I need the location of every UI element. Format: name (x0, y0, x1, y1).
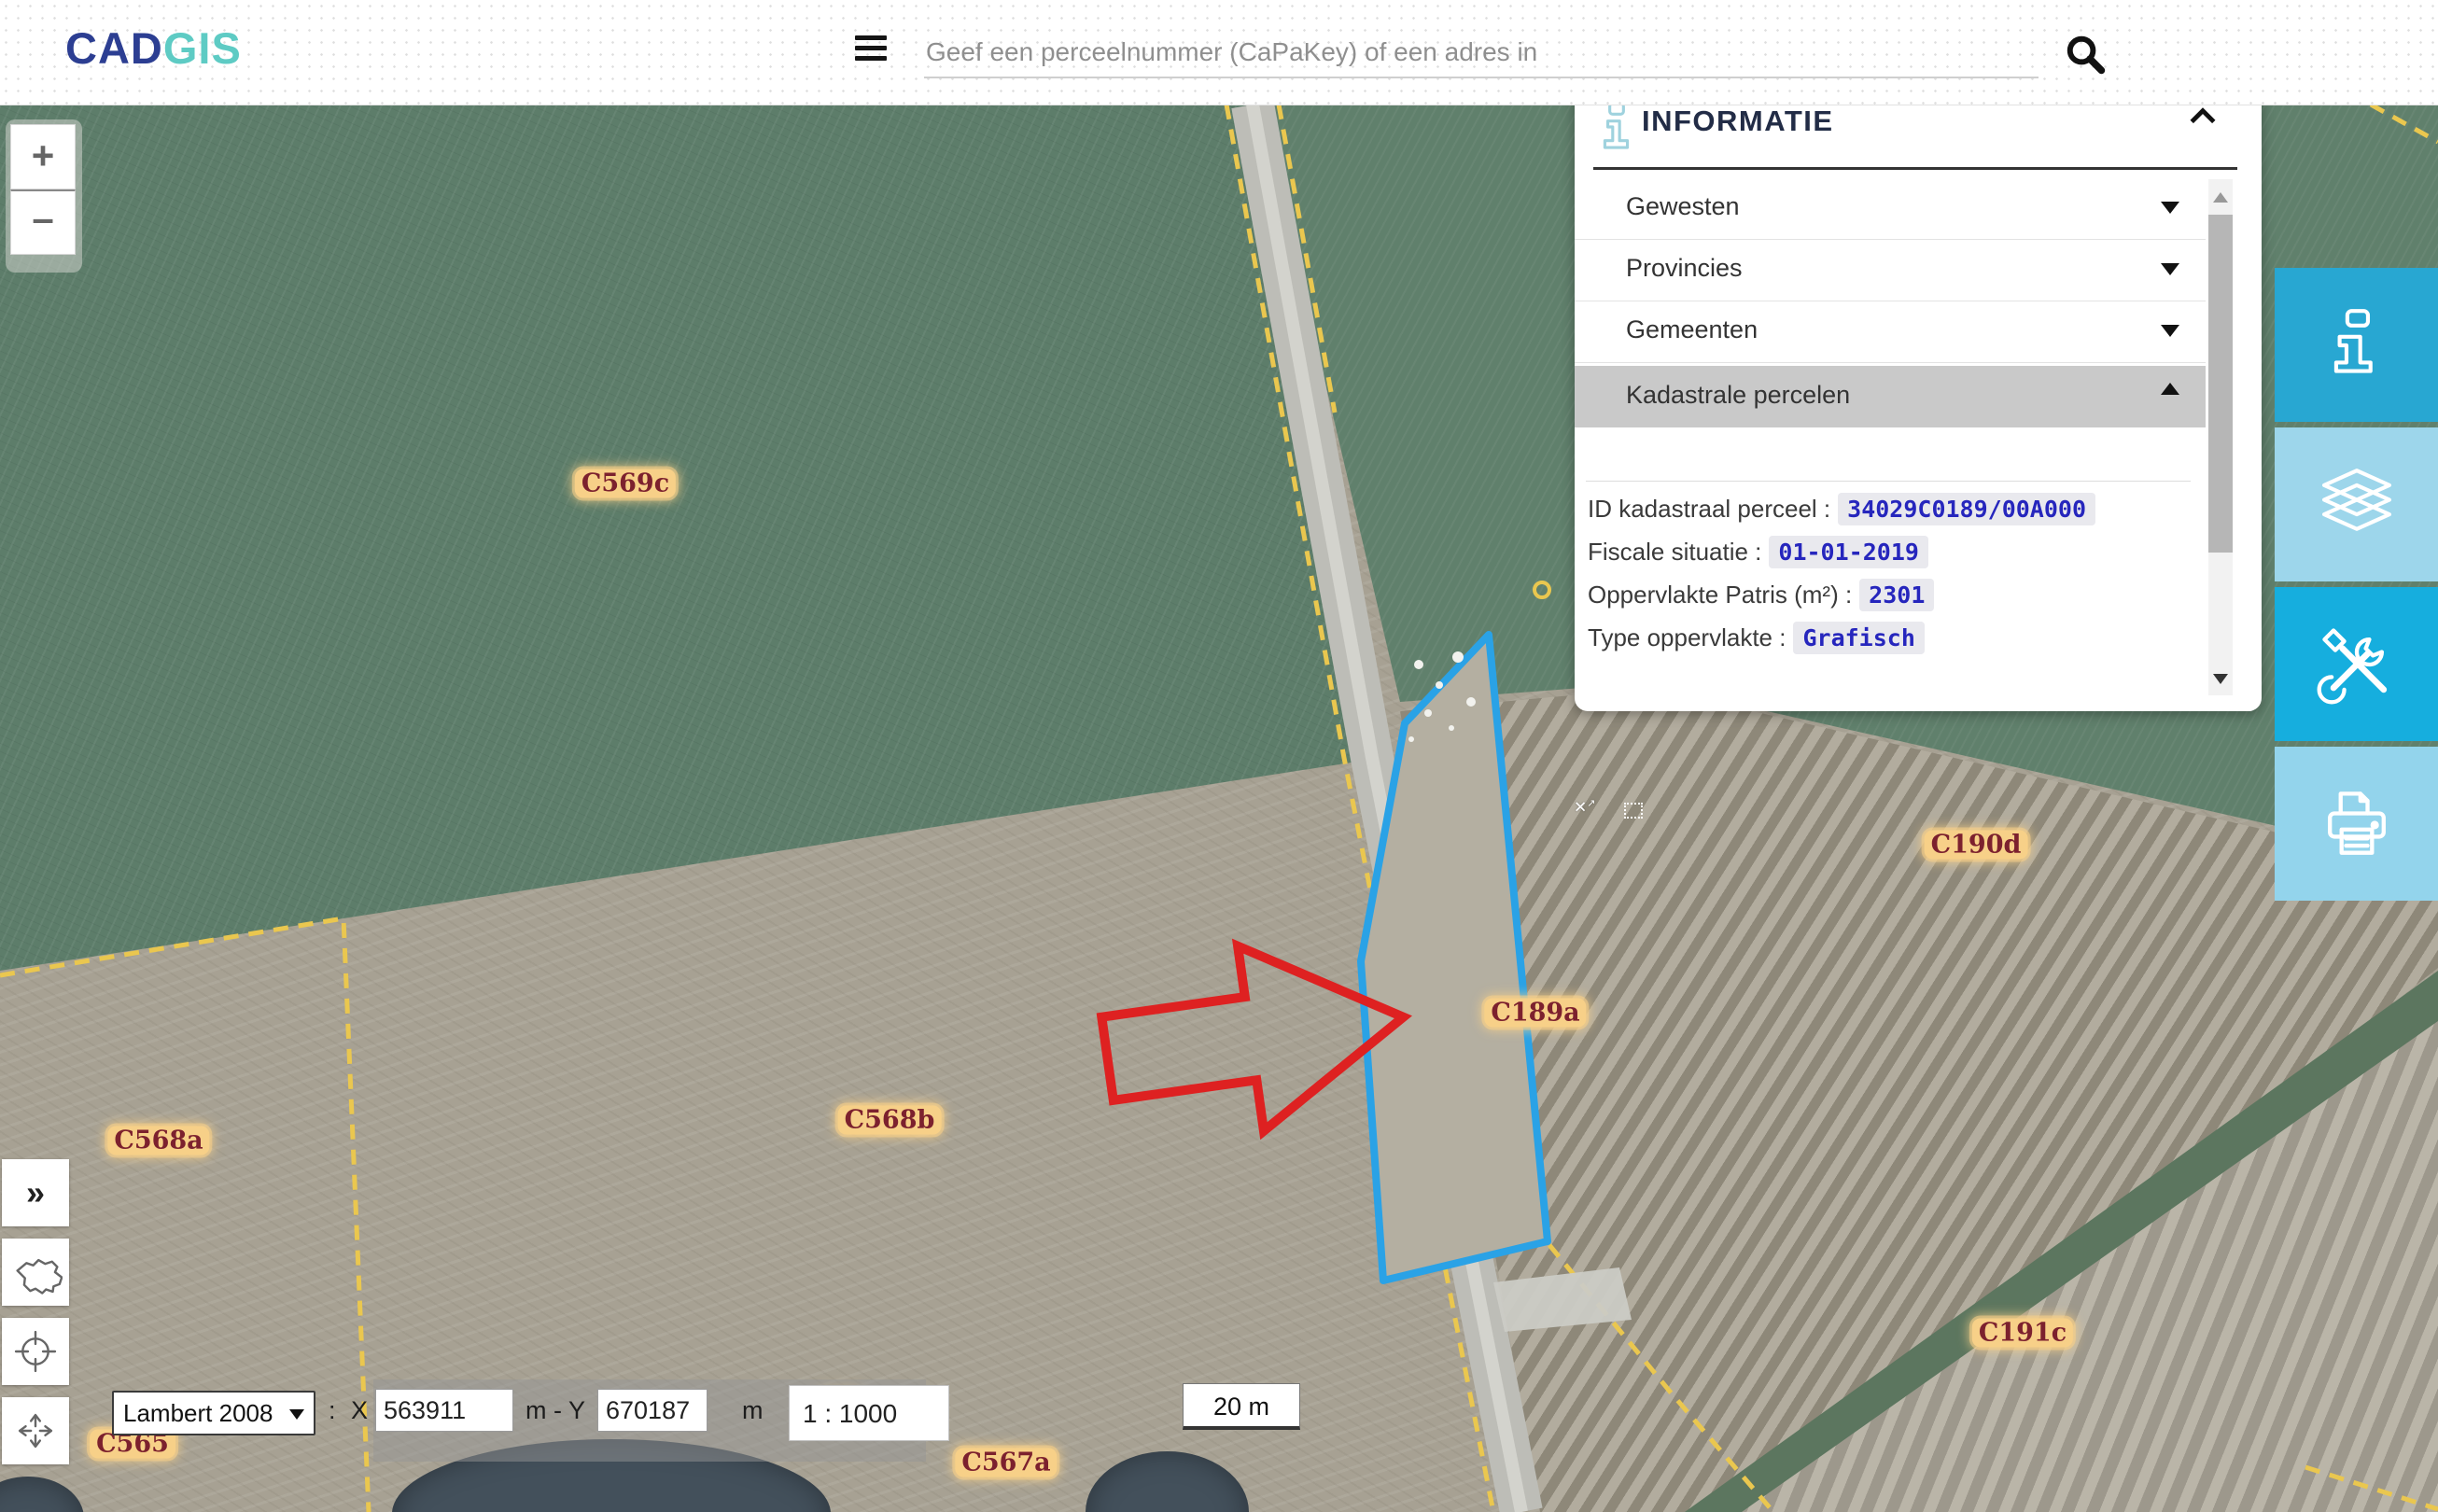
divider (1586, 481, 2191, 482)
layers-button[interactable] (2275, 427, 2438, 581)
scroll-up-icon[interactable] (2213, 185, 2228, 203)
geolocate-button[interactable] (2, 1318, 69, 1385)
info-icon (1597, 101, 1636, 153)
detail-label: Type oppervlakte : (1588, 623, 1786, 651)
print-button[interactable] (2275, 747, 2438, 901)
zoom-in-button[interactable]: + (10, 124, 76, 189)
x-coordinate-input[interactable] (375, 1389, 513, 1432)
colon-label: : (329, 1396, 336, 1425)
app-logo: CADGIS (65, 22, 242, 74)
detail-value: 34029C0189/00A000 (1838, 493, 2095, 525)
x-label: X (351, 1396, 368, 1425)
detail-label: ID kadastraal perceel : (1588, 495, 1830, 523)
zoom-out-button[interactable]: – (10, 189, 76, 255)
concrete-strip (1493, 1267, 1632, 1332)
parcel-label: C568b (838, 1106, 942, 1135)
accordion-label: Provincies (1626, 254, 1743, 283)
tools-icon (2312, 620, 2402, 709)
y-coordinate-input[interactable] (597, 1389, 708, 1432)
status-bar: Lambert 2008 : X m - Y m 1 : 1000 20 m (0, 1379, 1353, 1463)
info-panel: INFORMATIE Gewesten Provincies Gemeenten… (1575, 88, 2262, 711)
accordion-label: Kadastrale percelen (1626, 381, 1850, 410)
projection-select-wrap: Lambert 2008 (112, 1391, 315, 1435)
belgium-outline-icon (8, 1245, 63, 1299)
accordion-gewesten[interactable]: Gewesten (1575, 177, 2206, 240)
accordion-label: Gewesten (1626, 192, 1740, 221)
layers-icon (2312, 462, 2402, 548)
panel-scrollbar-thumb[interactable] (2208, 215, 2233, 553)
boundary-marker (1534, 582, 1549, 597)
detail-value: Grafisch (1793, 622, 1924, 654)
accordion-kadastrale-percelen[interactable]: Kadastrale percelen (1575, 366, 2206, 427)
belgium-extent-button[interactable] (2, 1239, 69, 1306)
printer-icon (2312, 779, 2402, 869)
accordion-label: Gemeenten (1626, 315, 1758, 344)
divider (1593, 167, 2237, 170)
logo-gis: GIS (163, 23, 242, 73)
logo-cad: CAD (65, 23, 163, 73)
detail-label: Fiscale situatie : (1588, 538, 1761, 566)
projection-select[interactable]: Lambert 2008 (112, 1391, 315, 1435)
detail-area-type: Type oppervlakte :Grafisch (1588, 623, 1925, 661)
tool-sidebar (2275, 268, 2438, 906)
scale-ratio: 1 : 1000 (789, 1385, 949, 1441)
info-tool-button[interactable] (2275, 268, 2438, 422)
xy-separator-label: m - Y (525, 1396, 585, 1425)
detail-fiscal-date: Fiscale situatie : 01-01-2019 (1588, 538, 1928, 575)
parcel-label: C568a (107, 1127, 209, 1155)
collapse-panel-icon[interactable] (2189, 106, 2217, 125)
parcel-label: C190d (1925, 831, 2028, 860)
measure-cursor-icon: ✕↗ (1574, 797, 1595, 818)
chevron-up-icon (2161, 383, 2179, 395)
chevron-down-icon (2161, 202, 2179, 223)
zoom-control: + – (6, 119, 82, 273)
parcel-label: C569c (575, 469, 676, 498)
meters-label: m (742, 1396, 764, 1425)
tools-button[interactable] (2275, 587, 2438, 741)
chevron-down-icon (2161, 325, 2179, 346)
detail-value: 01-01-2019 (1769, 536, 1928, 568)
menu-icon[interactable] (855, 35, 890, 67)
accordion-gemeenten[interactable]: Gemeenten (1575, 301, 2206, 363)
detail-label: Oppervlakte Patris (m²) : (1588, 581, 1852, 609)
expand-toolbar-button[interactable]: » (2, 1159, 69, 1226)
crosshair-icon (8, 1324, 63, 1379)
snap-indicator-icon (1624, 803, 1643, 819)
info-icon (2314, 302, 2400, 388)
parcel-label: C191c (1972, 1319, 2073, 1348)
app-header: CADGIS (0, 0, 2438, 105)
detail-area: Oppervlakte Patris (m²) :2301 (1588, 581, 1934, 618)
panel-title: INFORMATIE (1642, 105, 1834, 138)
search-input[interactable] (924, 28, 2039, 78)
accordion-provincies[interactable]: Provincies (1575, 239, 2206, 301)
scale-bar: 20 m (1183, 1383, 1300, 1430)
chevron-down-icon (2161, 263, 2179, 285)
scroll-down-icon[interactable] (2213, 674, 2228, 692)
detail-parcel-id: ID kadastraal perceel : 34029C0189/00A000 (1588, 495, 2095, 532)
parcel-label-selected: C189a (1484, 999, 1586, 1028)
detail-value: 2301 (1859, 579, 1934, 611)
search-icon[interactable] (2065, 34, 2108, 77)
